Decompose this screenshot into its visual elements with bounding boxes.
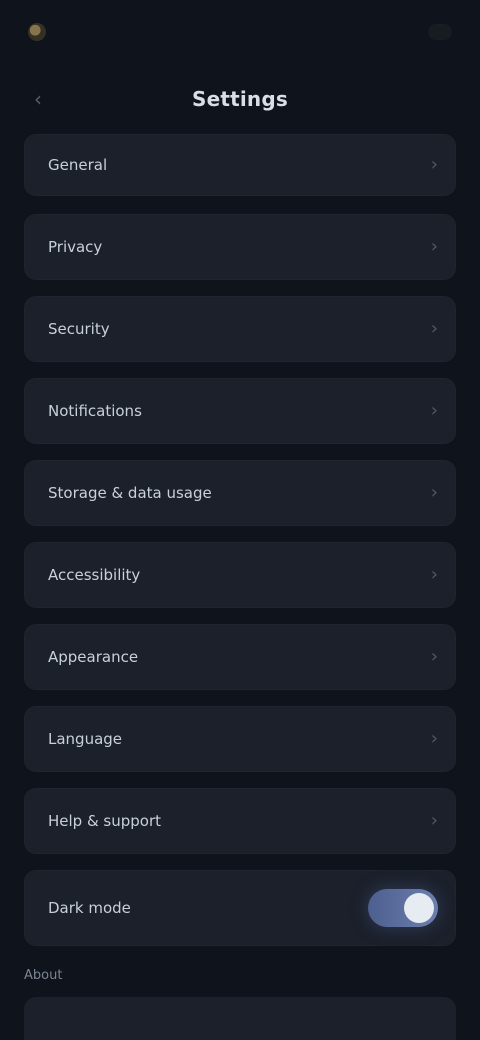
settings-screen: ‹ Settings General › Privacy › Security … — [0, 0, 480, 1040]
bottom-card — [24, 997, 456, 1040]
top-bar — [0, 0, 480, 64]
settings-row-label: Storage & data usage — [48, 484, 212, 502]
settings-row-label: Dark mode — [48, 899, 131, 917]
settings-row-language[interactable]: Language › — [24, 706, 456, 772]
settings-row-dark-mode[interactable]: Dark mode — [24, 870, 456, 946]
settings-row-label: Appearance — [48, 648, 139, 666]
chevron-right-icon: › — [430, 400, 438, 421]
section-caption: About — [24, 968, 63, 983]
chevron-right-icon: › — [430, 482, 438, 503]
back-button[interactable]: ‹ — [24, 85, 52, 113]
chevron-right-icon: › — [430, 236, 438, 257]
settings-row-label: Privacy — [48, 238, 103, 256]
toggle-knob-icon — [404, 893, 434, 923]
settings-row-label: Notifications — [48, 402, 142, 420]
chevron-right-icon: › — [430, 564, 438, 585]
settings-row-help[interactable]: Help & support › — [24, 788, 456, 854]
dark-mode-toggle[interactable] — [368, 889, 438, 927]
settings-row-storage[interactable]: Storage & data usage › — [24, 460, 456, 526]
top-action-button[interactable] — [428, 24, 452, 40]
settings-row-label: Security — [48, 320, 110, 338]
brand-icon — [28, 23, 46, 41]
settings-row-general[interactable]: General › — [24, 134, 456, 196]
chevron-right-icon: › — [430, 154, 438, 175]
settings-row-label: General — [48, 156, 108, 174]
settings-row-label: Language — [48, 730, 123, 748]
chevron-left-icon: ‹ — [34, 87, 42, 111]
settings-row-security[interactable]: Security › — [24, 296, 456, 362]
settings-row-appearance[interactable]: Appearance › — [24, 624, 456, 690]
settings-row-privacy[interactable]: Privacy › — [24, 214, 456, 280]
chevron-right-icon: › — [430, 728, 438, 749]
title-row: ‹ Settings — [0, 64, 480, 134]
settings-row-accessibility[interactable]: Accessibility › — [24, 542, 456, 608]
chevron-right-icon: › — [430, 646, 438, 667]
settings-row-label: Help & support — [48, 812, 162, 830]
page-title: Settings — [191, 87, 289, 111]
settings-list: General › Privacy › Security › Notificat… — [0, 134, 480, 946]
brand — [28, 23, 56, 41]
settings-row-label: Accessibility — [48, 566, 141, 584]
settings-row-notifications[interactable]: Notifications › — [24, 378, 456, 444]
chevron-right-icon: › — [430, 318, 438, 339]
chevron-right-icon: › — [430, 810, 438, 831]
